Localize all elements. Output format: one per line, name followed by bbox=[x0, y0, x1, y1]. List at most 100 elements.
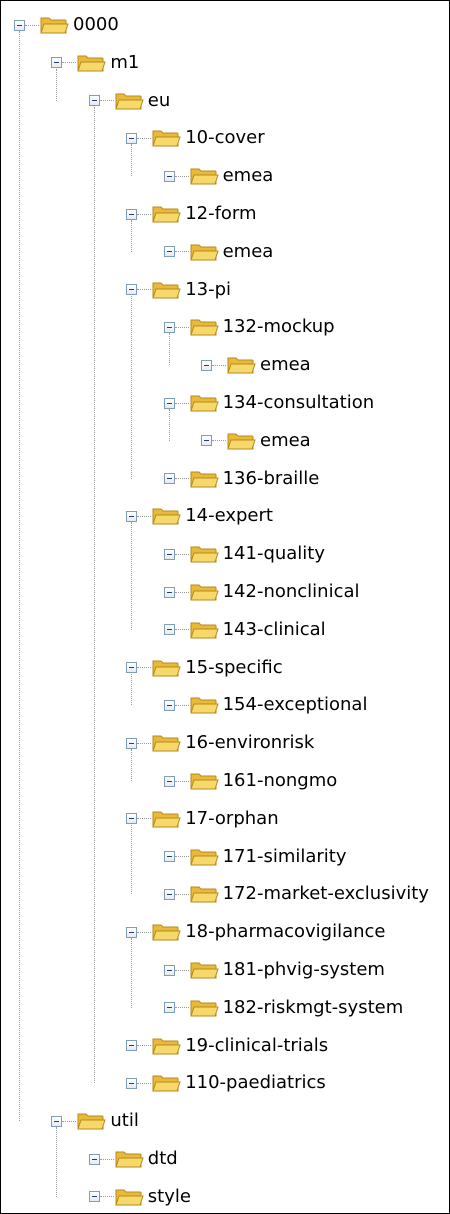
tree-node-16-environrisk[interactable]: 16-environrisk bbox=[126, 731, 314, 755]
tree-node-label[interactable]: 10-cover bbox=[185, 127, 264, 149]
tree-node-label[interactable]: style bbox=[148, 1186, 191, 1208]
collapse-toggle-icon[interactable] bbox=[126, 926, 138, 938]
folder-icon bbox=[115, 93, 144, 110]
tree-node-label[interactable]: 136-braille bbox=[223, 468, 320, 490]
tree-node-label[interactable]: emea bbox=[260, 354, 311, 376]
tree-node-141-quality[interactable]: 141-quality bbox=[163, 542, 325, 566]
tree-node-emea[interactable]: emea bbox=[201, 429, 311, 453]
tree-node-171-similarity[interactable]: 171-similarity bbox=[163, 845, 347, 869]
tree-node-label[interactable]: emea bbox=[223, 165, 274, 187]
tree-node-eu[interactable]: eu bbox=[88, 89, 170, 113]
tree-node-19-clinical-trials[interactable]: 19-clinical-trials bbox=[126, 1034, 328, 1058]
collapse-toggle-icon[interactable] bbox=[163, 1002, 175, 1014]
tree-node-12-form[interactable]: 12-form bbox=[126, 202, 257, 226]
tree-node-label[interactable]: 132-mockup bbox=[223, 316, 335, 338]
tree-node-10-cover[interactable]: 10-cover bbox=[126, 126, 265, 150]
tree-node-label[interactable]: 181-phvig-system bbox=[223, 959, 385, 981]
collapse-toggle-icon[interactable] bbox=[126, 737, 138, 749]
tree-node-15-specific[interactable]: 15-specific bbox=[126, 656, 283, 680]
tree-node-dtd[interactable]: dtd bbox=[88, 1147, 178, 1171]
tree-node-13-pi[interactable]: 13-pi bbox=[126, 278, 231, 302]
tree-node-0000[interactable]: 0000 bbox=[14, 13, 119, 37]
folder-icon bbox=[152, 282, 181, 299]
tree-node-182-riskmgt-system[interactable]: 182-riskmgt-system bbox=[163, 996, 404, 1020]
tree-node-132-mockup[interactable]: 132-mockup bbox=[163, 315, 335, 339]
tree-node-emea[interactable]: emea bbox=[201, 353, 311, 377]
collapse-toggle-icon[interactable] bbox=[163, 397, 175, 409]
collapse-toggle-icon[interactable] bbox=[126, 813, 138, 825]
tree-node-label[interactable]: 172-market-exclusivity bbox=[223, 883, 429, 905]
tree-node-label[interactable]: eu bbox=[148, 90, 170, 112]
collapse-toggle-icon[interactable] bbox=[163, 851, 175, 863]
collapse-toggle-icon[interactable] bbox=[163, 321, 175, 333]
collapse-toggle-icon[interactable] bbox=[163, 548, 175, 560]
collapse-toggle-icon[interactable] bbox=[88, 1153, 100, 1165]
tree-node-label[interactable]: util bbox=[110, 1110, 138, 1132]
collapse-toggle-icon[interactable] bbox=[201, 435, 212, 447]
collapse-toggle-icon[interactable] bbox=[163, 586, 175, 598]
tree-node-label[interactable]: dtd bbox=[148, 1148, 178, 1170]
tree-node-161-nongmo[interactable]: 161-nongmo bbox=[163, 769, 338, 793]
tree-node-label[interactable]: 13-pi bbox=[185, 279, 231, 301]
tree-node-util[interactable]: util bbox=[51, 1109, 139, 1133]
tree-guide-line bbox=[131, 144, 133, 177]
tree-node-134-consultation[interactable]: 134-consultation bbox=[163, 391, 375, 415]
tree-node-label[interactable]: 18-pharmacovigilance bbox=[185, 921, 385, 943]
tree-node-18-pharmacovigilance[interactable]: 18-pharmacovigilance bbox=[126, 920, 386, 944]
tree-node-label[interactable]: 134-consultation bbox=[223, 392, 375, 414]
collapse-toggle-icon[interactable] bbox=[14, 19, 25, 31]
collapse-toggle-icon[interactable] bbox=[126, 510, 138, 522]
collapse-toggle-icon[interactable] bbox=[126, 1077, 138, 1089]
tree-node-142-nonclinical[interactable]: 142-nonclinical bbox=[163, 580, 360, 604]
collapse-toggle-icon[interactable] bbox=[126, 1040, 138, 1052]
tree-node-110-paediatrics[interactable]: 110-paediatrics bbox=[126, 1071, 326, 1095]
tree-node-label[interactable]: 12-form bbox=[185, 203, 256, 225]
tree-node-label[interactable]: 142-nonclinical bbox=[223, 581, 360, 603]
collapse-toggle-icon[interactable] bbox=[163, 888, 175, 900]
collapse-toggle-icon[interactable] bbox=[163, 699, 175, 711]
tree-node-label[interactable]: emea bbox=[223, 241, 274, 263]
collapse-toggle-icon[interactable] bbox=[126, 662, 138, 674]
collapse-toggle-icon[interactable] bbox=[51, 57, 63, 69]
tree-node-label[interactable]: 154-exceptional bbox=[223, 694, 368, 716]
tree-node-172-market-exclusivity[interactable]: 172-market-exclusivity bbox=[163, 882, 429, 906]
tree-connector bbox=[174, 326, 189, 328]
collapse-toggle-icon[interactable] bbox=[163, 170, 175, 182]
collapse-toggle-icon[interactable] bbox=[126, 284, 138, 296]
tree-node-143-clinical[interactable]: 143-clinical bbox=[163, 618, 326, 642]
tree-node-emea[interactable]: emea bbox=[163, 164, 274, 188]
tree-node-label[interactable]: 182-riskmgt-system bbox=[223, 997, 404, 1019]
tree-node-label[interactable]: 143-clinical bbox=[223, 619, 326, 641]
collapse-toggle-icon[interactable] bbox=[163, 775, 175, 787]
tree-node-label[interactable]: 171-similarity bbox=[223, 846, 347, 868]
tree-node-label[interactable]: emea bbox=[260, 430, 311, 452]
tree-node-label[interactable]: 110-paediatrics bbox=[185, 1072, 326, 1094]
tree-node-label[interactable]: m1 bbox=[110, 52, 139, 74]
tree-node-154-exceptional[interactable]: 154-exceptional bbox=[163, 693, 368, 717]
tree-node-label[interactable]: 15-specific bbox=[185, 657, 282, 679]
collapse-toggle-icon[interactable] bbox=[201, 359, 212, 371]
tree-node-181-phvig-system[interactable]: 181-phvig-system bbox=[163, 958, 385, 982]
collapse-toggle-icon[interactable] bbox=[163, 473, 175, 485]
tree-node-17-orphan[interactable]: 17-orphan bbox=[126, 807, 279, 831]
collapse-toggle-icon[interactable] bbox=[88, 1191, 100, 1203]
tree-node-label[interactable]: 141-quality bbox=[223, 543, 325, 565]
tree-node-14-expert[interactable]: 14-expert bbox=[126, 504, 273, 528]
tree-node-style[interactable]: style bbox=[88, 1185, 191, 1209]
tree-node-label[interactable]: 161-nongmo bbox=[223, 770, 338, 792]
tree-node-label[interactable]: 16-environrisk bbox=[185, 732, 314, 754]
collapse-toggle-icon[interactable] bbox=[51, 1115, 63, 1127]
tree-node-136-braille[interactable]: 136-braille bbox=[163, 467, 320, 491]
tree-node-m1[interactable]: m1 bbox=[51, 51, 139, 75]
collapse-toggle-icon[interactable] bbox=[163, 246, 175, 258]
collapse-toggle-icon[interactable] bbox=[126, 208, 138, 220]
tree-node-emea[interactable]: emea bbox=[163, 240, 274, 264]
tree-node-label[interactable]: 19-clinical-trials bbox=[185, 1035, 328, 1057]
collapse-toggle-icon[interactable] bbox=[126, 132, 138, 144]
tree-node-label[interactable]: 0000 bbox=[73, 14, 119, 36]
collapse-toggle-icon[interactable] bbox=[88, 95, 100, 107]
collapse-toggle-icon[interactable] bbox=[163, 964, 175, 976]
collapse-toggle-icon[interactable] bbox=[163, 624, 175, 636]
tree-node-label[interactable]: 14-expert bbox=[185, 505, 273, 527]
tree-node-label[interactable]: 17-orphan bbox=[185, 808, 278, 830]
